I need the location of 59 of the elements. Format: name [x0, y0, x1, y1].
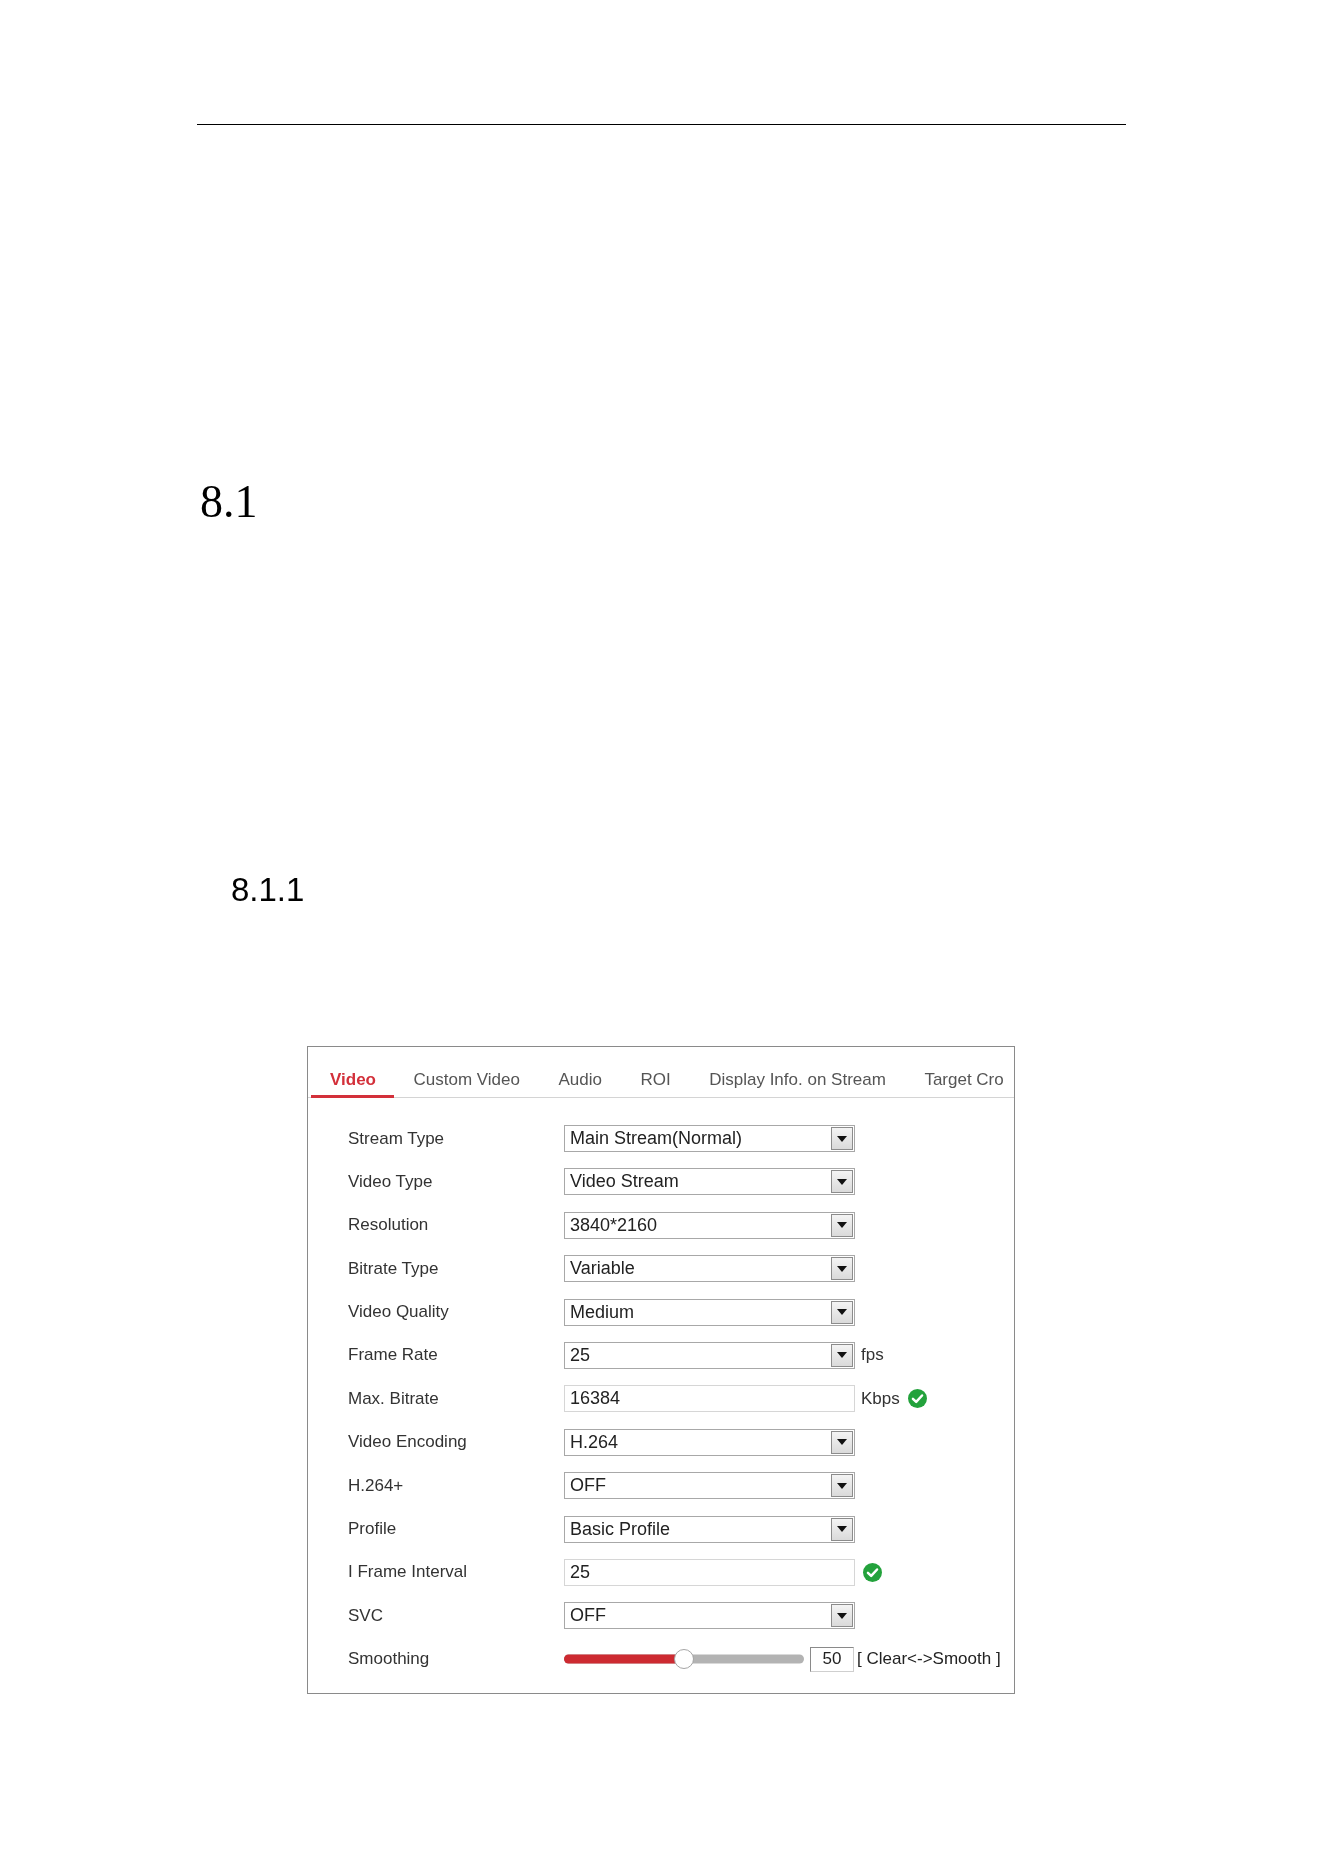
unit-label: fps — [861, 1345, 884, 1366]
caret-down-icon — [837, 1482, 847, 1489]
dropdown-field[interactable]: 25 — [564, 1341, 855, 1369]
dropdown-field[interactable]: Basic Profile — [564, 1515, 855, 1543]
dropdown-field[interactable]: OFF — [564, 1472, 855, 1500]
field-label: Video Quality — [348, 1302, 450, 1323]
tab[interactable]: Custom Video — [394, 1047, 539, 1098]
dropdown-field[interactable]: Medium — [564, 1298, 855, 1326]
dropdown-button[interactable] — [831, 1213, 853, 1237]
dropdown-field[interactable]: 3840*2160 — [564, 1211, 855, 1239]
field-label: Max. Bitrate — [348, 1388, 440, 1409]
range-hint: [ Clear<->Smooth ] — [857, 1649, 1001, 1670]
input-field[interactable]: 16384 — [564, 1385, 855, 1413]
dropdown-field[interactable]: OFF — [564, 1602, 855, 1630]
field-label: Frame Rate — [348, 1345, 439, 1366]
dropdown-button[interactable] — [831, 1127, 853, 1150]
caret-down-icon — [837, 1526, 847, 1532]
dropdown-button[interactable] — [831, 1474, 853, 1498]
tab[interactable]: Display Info. on Stream — [689, 1047, 905, 1098]
tab[interactable]: ROI — [620, 1047, 690, 1098]
caret-down-icon — [837, 1222, 847, 1229]
field-label: Video Type — [348, 1171, 434, 1192]
dropdown-button[interactable] — [831, 1170, 853, 1194]
field-label: SVC — [348, 1605, 384, 1626]
unit-label: Kbps — [861, 1388, 900, 1409]
caret-down-icon — [837, 1135, 847, 1142]
dropdown-field[interactable]: Video Stream — [564, 1168, 855, 1196]
dropdown-button[interactable] — [831, 1430, 853, 1454]
dropdown-field[interactable]: Main Stream(Normal) — [564, 1125, 855, 1152]
slider-track[interactable] — [564, 1649, 804, 1670]
dropdown-field[interactable]: Variable — [564, 1255, 855, 1283]
field-label: Bitrate Type — [348, 1258, 440, 1279]
caret-down-icon — [837, 1352, 847, 1359]
caret-down-icon — [837, 1309, 847, 1316]
dropdown-button[interactable] — [831, 1343, 853, 1367]
slider-thumb[interactable] — [674, 1649, 694, 1670]
dropdown-button[interactable] — [831, 1257, 853, 1281]
input-field[interactable]: 25 — [564, 1558, 855, 1586]
field-label: Stream Type — [348, 1128, 446, 1149]
dropdown-button[interactable] — [831, 1300, 853, 1324]
field-label: Smoothing — [348, 1649, 431, 1670]
tab[interactable]: Target Cro — [904, 1047, 1004, 1098]
field-label: Resolution — [348, 1215, 430, 1236]
dropdown-button[interactable] — [831, 1604, 853, 1628]
caret-down-icon — [837, 1265, 847, 1272]
field-label: I Frame Interval — [348, 1562, 469, 1583]
tab[interactable]: Audio — [538, 1047, 621, 1098]
caret-down-icon — [837, 1439, 847, 1446]
section-heading: 8.1 — [200, 479, 258, 525]
field-label: Video Encoding — [348, 1432, 468, 1453]
caret-down-icon — [837, 1178, 847, 1185]
value-field[interactable]: 50 — [810, 1646, 854, 1672]
dropdown-button[interactable] — [831, 1517, 853, 1541]
tab[interactable]: Video — [311, 1047, 394, 1098]
field-label: Profile — [348, 1519, 398, 1539]
subsection-heading: 8.1.1 — [231, 873, 305, 906]
field-label: H.264+ — [348, 1475, 405, 1496]
caret-down-icon — [837, 1612, 847, 1619]
dropdown-field[interactable]: H.264 — [564, 1428, 855, 1456]
